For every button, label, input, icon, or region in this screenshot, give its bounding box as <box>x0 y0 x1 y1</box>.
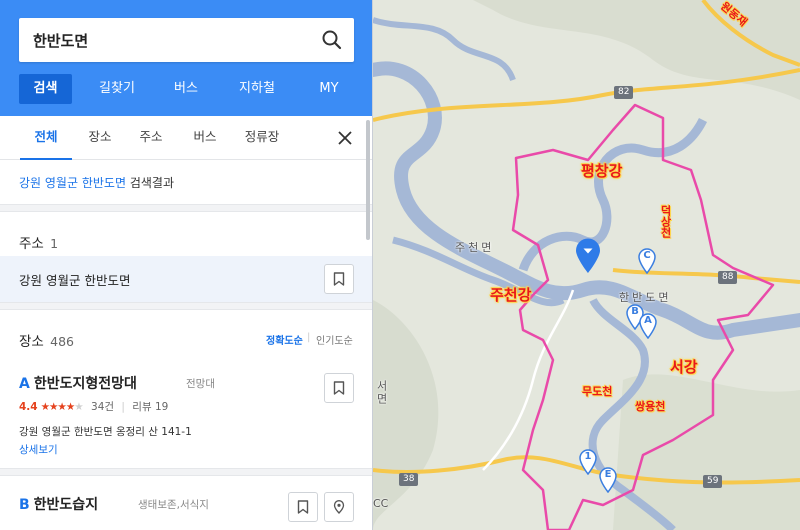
road-badge-59: 59 <box>703 475 723 488</box>
sort-accuracy[interactable]: 정확도순 <box>266 332 303 347</box>
place-section-label: 장소 <box>19 334 44 350</box>
map-marker-c[interactable]: C <box>638 248 656 275</box>
place-name: 한반도지형전망대 <box>33 376 137 392</box>
map-label-deoksangcheon: 덕상천 <box>659 205 672 238</box>
section-divider <box>0 302 372 310</box>
bookmark-button[interactable] <box>324 373 354 403</box>
rating-divider: | <box>121 401 125 413</box>
search-box <box>19 18 354 62</box>
map-label-pyeongchanggang: 평창강 <box>581 162 623 180</box>
nav-subway[interactable]: 지하철 <box>227 74 287 104</box>
map-label-mudocheon: 무도천 <box>582 385 613 398</box>
map-label-seogang: 서강 <box>670 358 698 376</box>
address-section-title: 주소 1 <box>19 232 58 252</box>
rating-score: 4.4 <box>19 401 38 413</box>
tab-bus[interactable]: 버스 <box>185 116 225 160</box>
location-pin-icon <box>333 500 345 514</box>
nav-directions[interactable]: 길찾기 <box>87 74 147 104</box>
search-panel: 검색 길찾기 버스 지하철 MY 전체 장소 주소 버스 정류장 강원 영월군 … <box>0 0 373 530</box>
road-badge-88: 88 <box>718 271 738 284</box>
sort-divider: | <box>307 332 311 343</box>
result-tabs: 전체 장소 주소 버스 정류장 <box>0 116 372 160</box>
result-region[interactable]: 강원 영월군 한반도면 <box>19 176 126 190</box>
result-suffix: 검색결과 <box>129 176 174 190</box>
address-count: 1 <box>50 236 59 251</box>
map-label-jucheongang: 주천강 <box>490 286 532 304</box>
address-result-row[interactable]: 강원 영월군 한반도면 <box>0 256 372 302</box>
marker-letter: E <box>604 469 612 480</box>
place-category: 생태보존,서식지 <box>138 499 209 511</box>
place-section-title: 장소 486 <box>19 330 74 350</box>
map-view[interactable]: 원동재 82 88 38 59 평창강 주천강 서강 덕상천 무도천 쌍용천 주… <box>373 0 800 530</box>
place-category: 전망대 <box>186 378 215 390</box>
place-address: 강원 영월군 한반도면 옹정리 산 141-1 <box>19 426 192 438</box>
map-pin-icon <box>576 238 600 273</box>
bookmark-icon <box>297 500 309 514</box>
place-name: 한반도습지 <box>33 497 99 513</box>
nav-bus[interactable]: 버스 <box>161 74 211 104</box>
rating-stars-icon: ★★★★★ <box>40 401 84 413</box>
location-button[interactable] <box>324 492 354 522</box>
bookmark-icon <box>333 272 345 286</box>
marker-letter: A <box>644 315 652 326</box>
rating-row: 4.4 ★★★★★ 34건 | 리뷰 19 <box>19 399 168 414</box>
place-title-a[interactable]: A 한반도지형전망대 <box>19 373 137 393</box>
tab-stops[interactable]: 정류장 <box>237 116 287 160</box>
tab-address[interactable]: 주소 <box>131 116 171 160</box>
map-label-jucheonmyeon: 주천면 <box>455 241 495 254</box>
detail-link[interactable]: 상세보기 <box>19 442 58 457</box>
nav-my[interactable]: MY <box>307 74 351 104</box>
map-marker-1[interactable]: 1 <box>579 449 597 476</box>
map-marker-e[interactable]: E <box>599 467 617 494</box>
map-label-seomyeon: 서면 <box>375 380 388 406</box>
top-nav: 검색 길찾기 버스 지하철 MY <box>19 74 364 104</box>
road-badge-38: 38 <box>399 473 419 486</box>
nav-search[interactable]: 검색 <box>19 74 72 104</box>
marker-letter: 1 <box>584 451 592 462</box>
section-divider <box>0 204 372 212</box>
scrollbar[interactable] <box>366 120 370 240</box>
rating-count: 34건 <box>91 401 115 413</box>
address-result-text: 강원 영월군 한반도면 <box>19 273 131 288</box>
sort-popular[interactable]: 인기도순 <box>316 332 353 347</box>
map-label-ssangyongcheon: 쌍용천 <box>635 400 666 413</box>
tab-places[interactable]: 장소 <box>80 116 120 160</box>
place-letter: B <box>19 497 30 513</box>
bookmark-button[interactable] <box>324 264 354 294</box>
panel-header: 검색 길찾기 버스 지하철 MY <box>0 0 372 116</box>
section-divider <box>0 468 372 476</box>
result-caption: 강원 영월군 한반도면 검색결과 <box>19 174 174 191</box>
search-input[interactable] <box>33 28 313 52</box>
place-letter: A <box>19 376 30 392</box>
map-label-cc: CC <box>373 497 389 510</box>
close-icon[interactable] <box>335 128 355 148</box>
review-count[interactable]: 리뷰 19 <box>132 401 168 413</box>
place-count: 486 <box>50 334 74 349</box>
map-marker-a[interactable]: A <box>639 313 657 340</box>
search-icon[interactable] <box>320 28 344 52</box>
bookmark-button[interactable] <box>288 492 318 522</box>
address-section-label: 주소 <box>19 236 44 252</box>
selected-location-marker[interactable] <box>575 238 601 274</box>
map-label-hanbandomyeon: 한반도면 <box>619 291 672 304</box>
marker-letter: C <box>643 250 651 261</box>
tab-all[interactable]: 전체 <box>20 116 72 160</box>
bookmark-icon <box>333 381 345 395</box>
road-badge-82: 82 <box>614 86 634 99</box>
place-title-b[interactable]: B 한반도습지 <box>19 494 98 514</box>
